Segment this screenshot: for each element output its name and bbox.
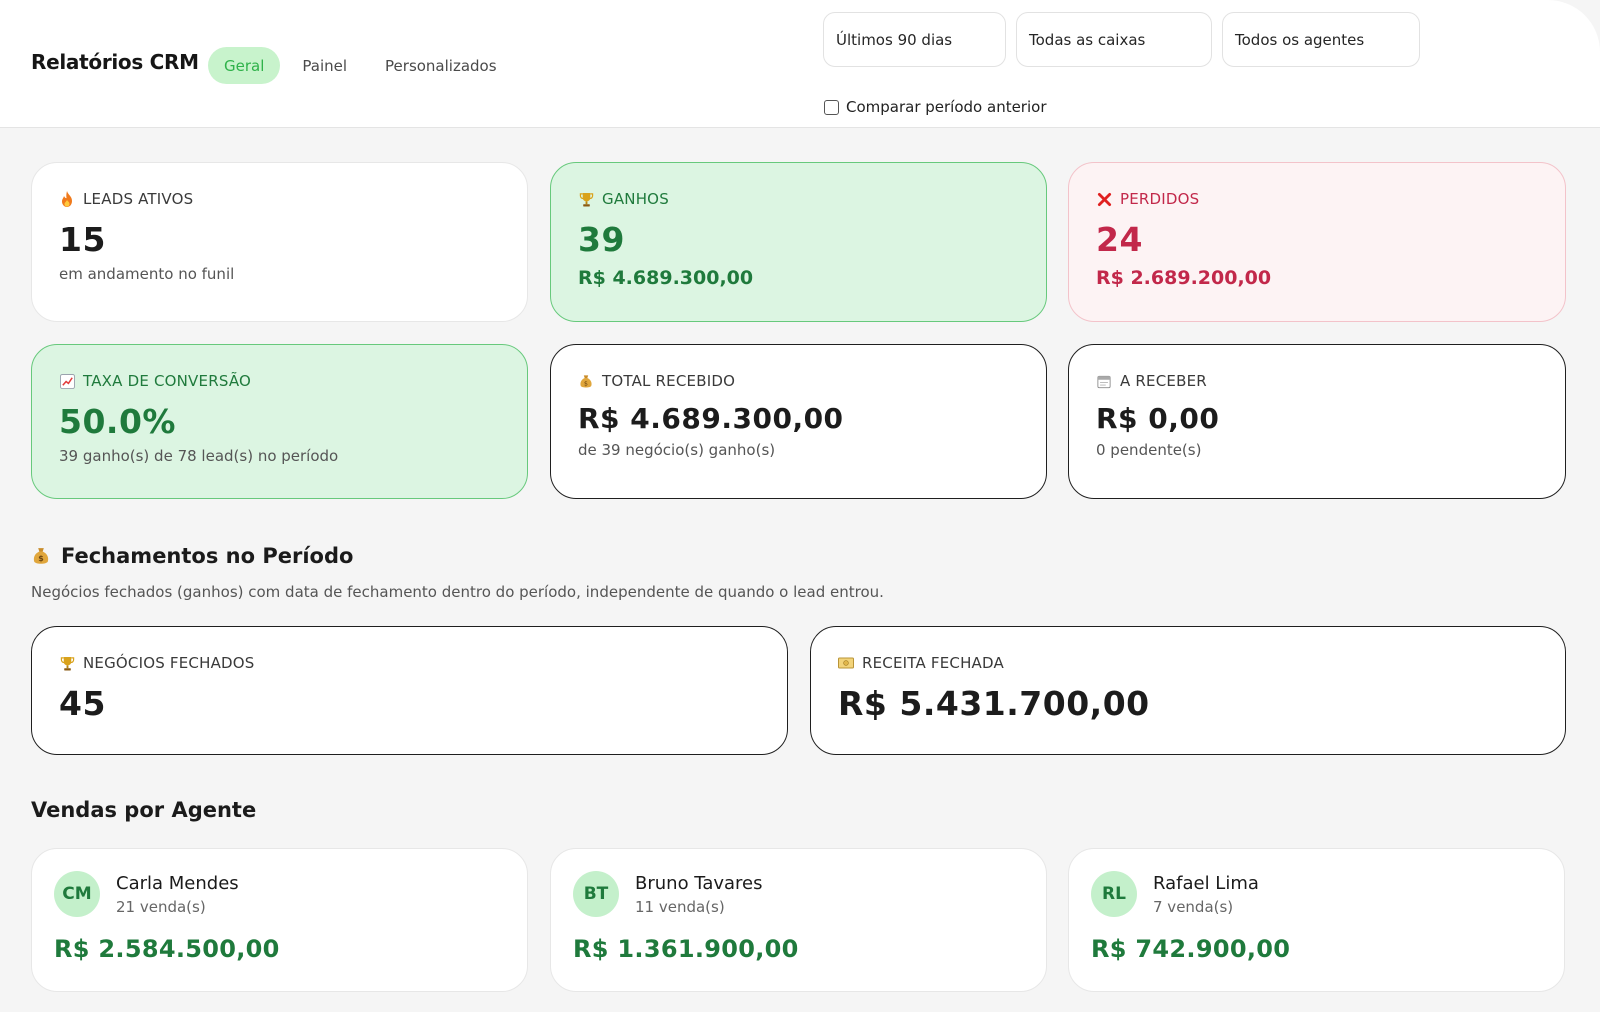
page-title: Relatórios CRM [31,50,199,74]
compare-checkbox[interactable] [824,99,839,115]
agent-filter-select[interactable]: Todos os agentes [1222,12,1420,67]
agent-card: BT Bruno Tavares 11 venda(s) R$ 1.361.90… [550,848,1047,992]
agent-card: CM Carla Mendes 21 venda(s) R$ 2.584.500… [31,848,528,992]
money-bag-icon: $ [578,373,594,389]
closed-revenue-label: RECEITA FECHADA [862,654,1004,672]
trophy-icon [59,655,75,671]
kpi-perdidos-card: PERDIDOS 24 R$ 2.689.200,00 [1068,162,1566,322]
report-tabs: Geral Painel Personalizados [208,47,513,84]
banknote-icon [838,655,854,671]
kpi-conversao-value: 50.0% [59,402,176,441]
compare-label: Comparar período anterior [846,98,1047,116]
kpi-receber-label: A RECEBER [1120,372,1207,390]
compare-previous-toggle[interactable]: Comparar período anterior [824,98,1047,116]
agents-section-title: Vendas por Agente [31,798,257,822]
trophy-icon [578,191,594,207]
kpi-leads-card: LEADS ATIVOS 15 em andamento no funil [31,162,528,322]
avatar: RL [1091,871,1137,917]
closings-description: Negócios fechados (ganhos) com data de f… [31,583,884,601]
tab-painel[interactable]: Painel [286,47,363,84]
kpi-perdidos-value: 24 [1096,220,1143,259]
svg-text:$: $ [584,380,588,387]
agent-sales-count: 11 venda(s) [635,898,725,916]
closed-deals-card: NEGÓCIOS FECHADOS 45 [31,626,788,755]
fire-icon [59,191,75,207]
agent-sales-count: 21 venda(s) [116,898,206,916]
closed-deals-label: NEGÓCIOS FECHADOS [83,654,255,672]
kpi-leads-value: 15 [59,220,106,259]
kpi-perdidos-label: PERDIDOS [1120,190,1200,208]
chart-up-icon [59,373,75,389]
agent-sales-total: R$ 742.900,00 [1091,935,1291,963]
svg-text:$: $ [38,554,43,563]
kpi-receber-card: A RECEBER R$ 0,00 0 pendente(s) [1068,344,1566,499]
kpi-leads-label: LEADS ATIVOS [83,190,194,208]
calendar-icon [1096,373,1112,389]
agent-name: Rafael Lima [1153,873,1259,894]
agent-name: Carla Mendes [116,873,239,894]
kpi-ganhos-label: GANHOS [602,190,669,208]
top-bar: Relatórios CRM Geral Painel Personalizad… [0,0,1600,128]
close-icon [1096,191,1112,207]
filter-bar: Últimos 90 dias Todas as caixas Todos os… [823,12,1420,67]
kpi-conversao-sub: 39 ganho(s) de 78 lead(s) no período [59,447,339,465]
agent-name: Bruno Tavares [635,873,763,894]
avatar: BT [573,871,619,917]
agent-card: RL Rafael Lima 7 venda(s) R$ 742.900,00 [1068,848,1565,992]
closings-section-title: $ Fechamentos no Período [31,544,353,568]
kpi-ganhos-card: GANHOS 39 R$ 4.689.300,00 [550,162,1047,322]
kpi-recebido-sub: de 39 negócio(s) ganho(s) [578,441,776,459]
kpi-leads-sub: em andamento no funil [59,265,235,283]
agent-sales-total: R$ 2.584.500,00 [54,935,280,963]
kpi-recebido-label: TOTAL RECEBIDO [602,372,736,390]
agent-sales-total: R$ 1.361.900,00 [573,935,799,963]
agent-sales-count: 7 venda(s) [1153,898,1234,916]
closed-revenue-value: R$ 5.431.700,00 [838,684,1150,723]
tab-geral[interactable]: Geral [208,47,281,84]
avatar: CM [54,871,100,917]
closed-deals-value: 45 [59,684,106,723]
kpi-conversao-card: TAXA DE CONVERSÃO 50.0% 39 ganho(s) de 7… [31,344,528,499]
kpi-receber-sub: 0 pendente(s) [1096,441,1202,459]
kpi-recebido-card: $ TOTAL RECEBIDO R$ 4.689.300,00 de 39 n… [550,344,1047,499]
kpi-ganhos-value: 39 [578,220,625,259]
inbox-filter-select[interactable]: Todas as caixas [1016,12,1212,67]
kpi-conversao-label: TAXA DE CONVERSÃO [83,372,252,390]
money-bag-icon: $ [31,545,51,567]
closings-title-text: Fechamentos no Período [61,544,354,568]
closed-revenue-card: RECEITA FECHADA R$ 5.431.700,00 [810,626,1566,755]
period-filter-select[interactable]: Últimos 90 dias [823,12,1006,67]
kpi-receber-value: R$ 0,00 [1096,402,1220,435]
app-shell: Relatórios CRM Geral Painel Personalizad… [0,0,1600,1012]
kpi-recebido-value: R$ 4.689.300,00 [578,402,844,435]
tab-personalizados[interactable]: Personalizados [369,47,513,84]
kpi-ganhos-amount: R$ 4.689.300,00 [578,267,754,289]
kpi-perdidos-amount: R$ 2.689.200,00 [1096,267,1272,289]
